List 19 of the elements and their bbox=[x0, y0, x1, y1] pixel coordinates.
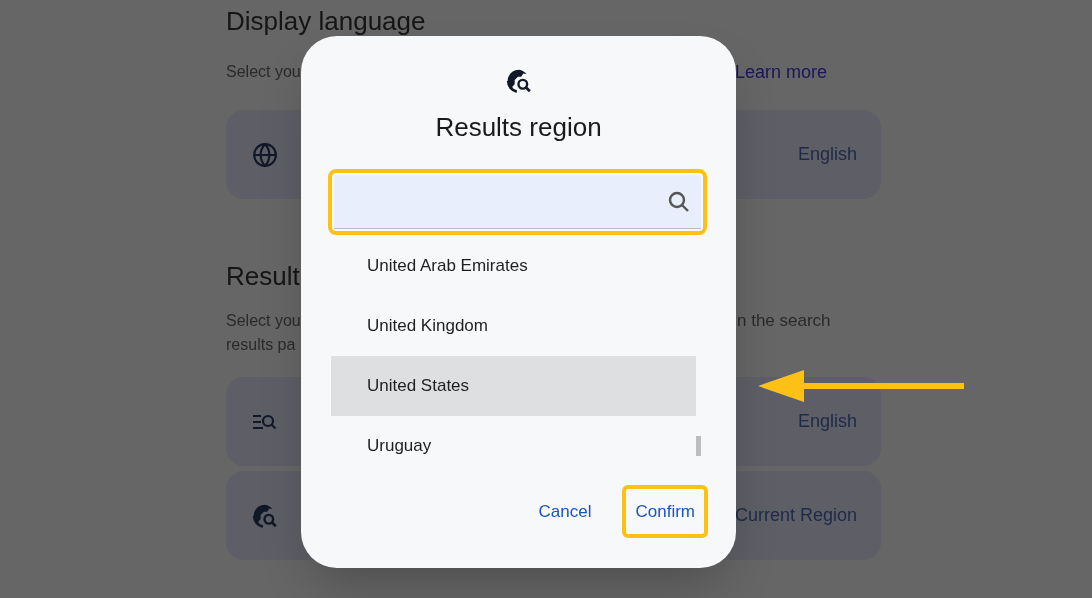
globe-search-icon bbox=[252, 502, 278, 529]
dialog-button[interactable]: Cancel bbox=[530, 490, 600, 533]
section-heading: Display language bbox=[226, 5, 426, 38]
description-text: Select you bbox=[226, 311, 301, 331]
description-text: n the search bbox=[737, 310, 831, 333]
region-option[interactable]: United States bbox=[331, 356, 696, 416]
region-option[interactable]: Uruguay bbox=[331, 416, 696, 476]
section-heading: Result bbox=[226, 260, 300, 293]
description-text: Select you bbox=[226, 62, 301, 82]
search-icon bbox=[667, 189, 691, 214]
dialog-title: Results region bbox=[435, 111, 602, 144]
description-text: results pa bbox=[226, 335, 297, 355]
dialog-button[interactable]: Confirm bbox=[627, 490, 703, 533]
region-option[interactable]: United Kingdom bbox=[331, 296, 696, 356]
globe-search-icon bbox=[505, 68, 532, 94]
search-field[interactable] bbox=[334, 175, 701, 229]
scrollbar-thumb bbox=[696, 436, 701, 456]
region-option[interactable]: United Arab Emirates bbox=[331, 236, 696, 296]
globe-icon bbox=[252, 141, 278, 168]
